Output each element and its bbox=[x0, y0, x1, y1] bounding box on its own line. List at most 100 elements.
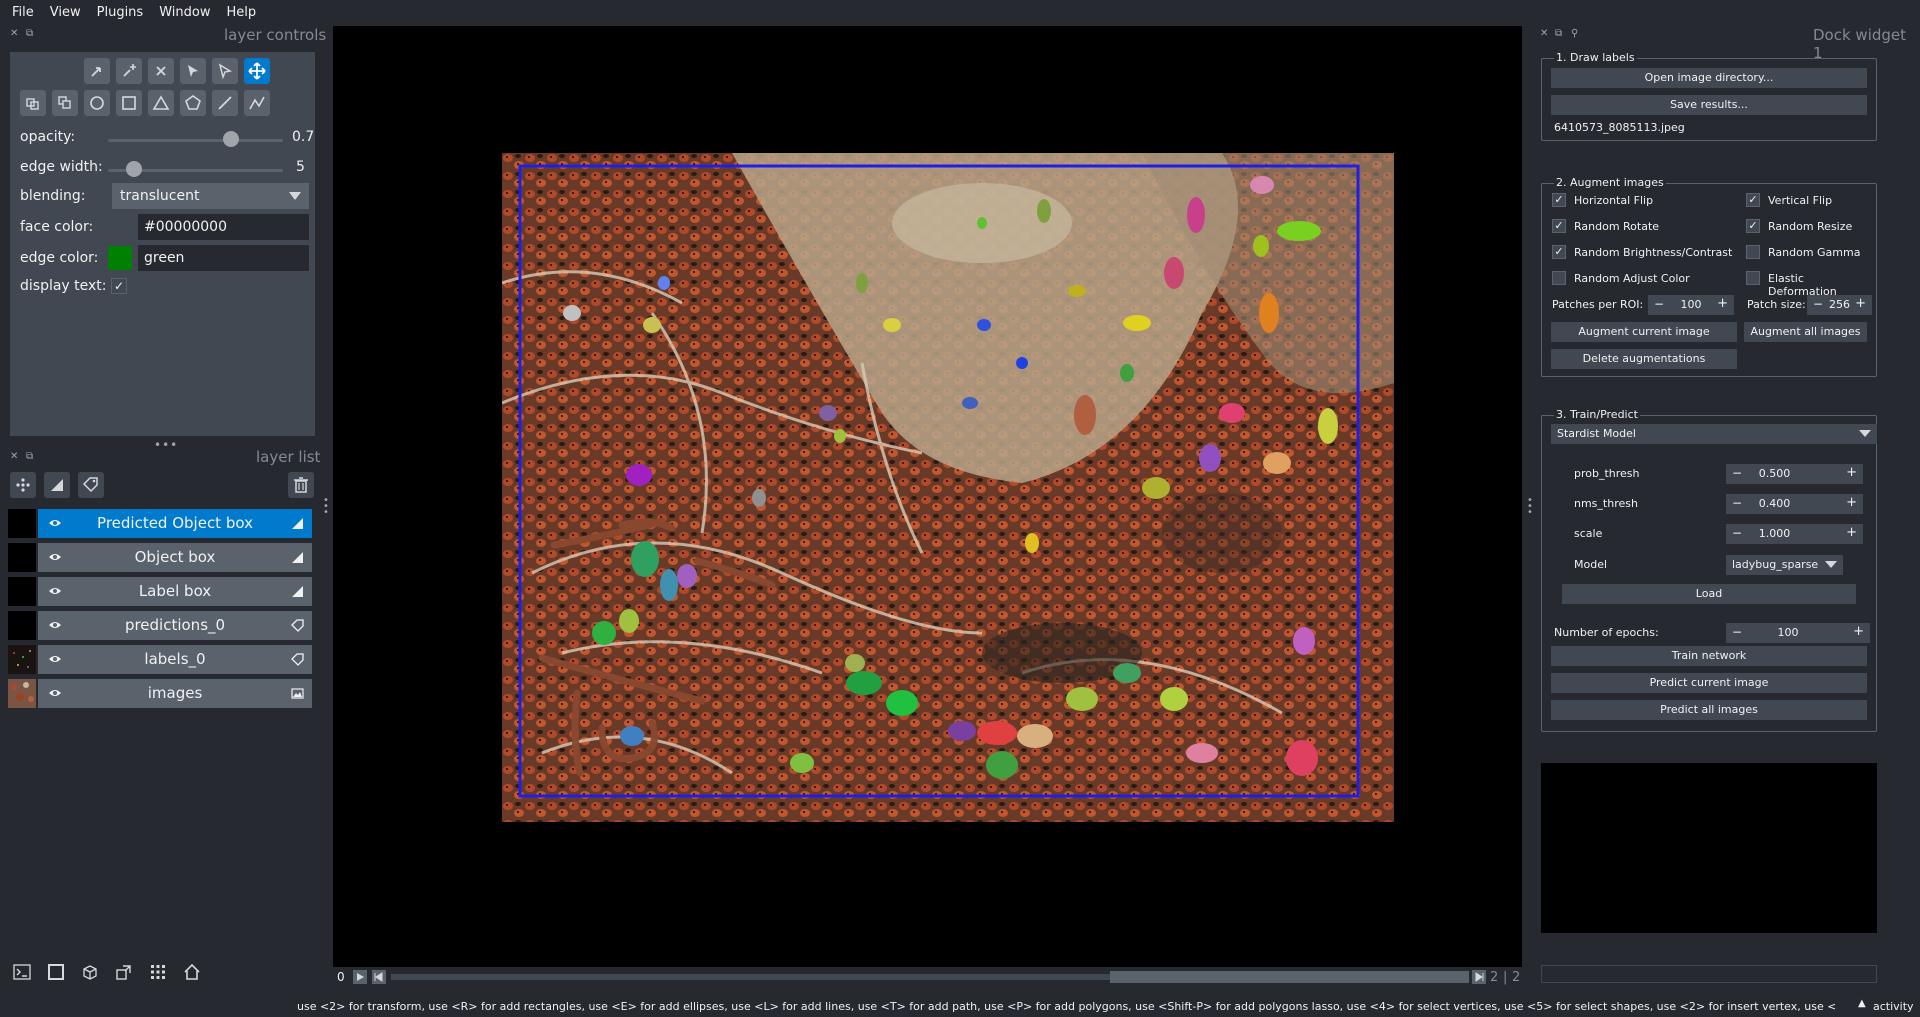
patches-per-roi-spinbox[interactable]: − 100 + bbox=[1648, 295, 1734, 315]
horizontal-flip-checkbox[interactable]: ✓ bbox=[1552, 193, 1566, 207]
eye-icon[interactable] bbox=[48, 552, 62, 562]
scale-spinbox[interactable]: − 1.000 + bbox=[1726, 524, 1863, 544]
elastic-deformation-checkbox[interactable] bbox=[1746, 271, 1760, 285]
random-rotate-checkbox[interactable]: ✓ bbox=[1552, 219, 1566, 233]
plus-icon[interactable]: + bbox=[1855, 296, 1866, 311]
plus-icon[interactable]: + bbox=[1846, 495, 1857, 510]
edge-width-slider-handle[interactable] bbox=[126, 161, 143, 177]
activity-caret-icon[interactable]: ▲ bbox=[1858, 998, 1866, 1009]
epochs-value[interactable]: 100 bbox=[1706, 626, 1870, 639]
layer-row[interactable]: predictions_0 bbox=[8, 611, 312, 640]
move-front-icon[interactable] bbox=[20, 90, 46, 116]
scale-value[interactable]: 1.000 bbox=[1686, 527, 1863, 540]
grid-icon[interactable] bbox=[144, 958, 172, 986]
menu-window[interactable]: Window bbox=[151, 5, 218, 20]
ndisplay-toggle-icon[interactable] bbox=[42, 958, 70, 986]
nms-thresh-spinbox[interactable]: − 0.400 + bbox=[1726, 494, 1863, 514]
train-network-button[interactable]: Train network bbox=[1551, 646, 1867, 666]
dims-slider-value[interactable]: 0 bbox=[337, 970, 345, 984]
menu-plugins[interactable]: Plugins bbox=[89, 5, 152, 20]
dims-slider-handle[interactable] bbox=[1110, 971, 1469, 983]
delete-augmentations-button[interactable]: Delete augmentations bbox=[1551, 349, 1737, 369]
remove-vertex-icon[interactable] bbox=[148, 58, 174, 84]
prob-thresh-spinbox[interactable]: − 0.500 + bbox=[1726, 464, 1863, 484]
edge-color-swatch[interactable] bbox=[108, 246, 132, 270]
search-icon[interactable]: ⚲ bbox=[1571, 29, 1581, 39]
add-path-icon[interactable] bbox=[244, 90, 270, 116]
layer-name[interactable]: Predicted Object box bbox=[68, 509, 282, 538]
layer-name[interactable]: labels_0 bbox=[68, 645, 282, 674]
eye-icon[interactable] bbox=[48, 518, 62, 528]
layer-name[interactable]: Label box bbox=[68, 577, 282, 606]
predict-current-image-button[interactable]: Predict current image bbox=[1551, 673, 1867, 693]
close-dock-icon[interactable]: ✕ bbox=[10, 29, 20, 39]
float-dock-icon[interactable]: ⧉ bbox=[26, 29, 36, 39]
layer-name[interactable]: Object box bbox=[68, 543, 282, 572]
random-adjust-color-checkbox[interactable] bbox=[1552, 271, 1566, 285]
output-console[interactable] bbox=[1541, 763, 1877, 933]
random-gamma-checkbox[interactable] bbox=[1746, 245, 1760, 259]
plus-icon[interactable]: + bbox=[1846, 465, 1857, 480]
vertical-flip-checkbox[interactable]: ✓ bbox=[1746, 193, 1760, 207]
epochs-spinbox[interactable]: − 100 + bbox=[1726, 623, 1870, 643]
eye-icon[interactable] bbox=[48, 586, 62, 596]
select-vertices-icon[interactable] bbox=[84, 58, 110, 84]
left-dock-splitter-icon[interactable]: • • • bbox=[323, 496, 329, 518]
display-text-checkbox[interactable]: ✓ bbox=[111, 278, 127, 294]
viewer-canvas[interactable] bbox=[333, 26, 1522, 967]
prob-thresh-value[interactable]: 0.500 bbox=[1686, 467, 1863, 480]
add-ellipse-icon[interactable] bbox=[84, 90, 110, 116]
layer-name[interactable]: images bbox=[68, 679, 282, 708]
layer-row[interactable]: images bbox=[8, 679, 312, 708]
eye-icon[interactable] bbox=[48, 654, 62, 664]
opacity-slider-handle[interactable] bbox=[222, 131, 239, 147]
augment-current-image-button[interactable]: Augment current image bbox=[1551, 322, 1737, 342]
eye-icon[interactable] bbox=[48, 620, 62, 630]
roll-dims-icon[interactable] bbox=[76, 958, 104, 986]
eye-icon[interactable] bbox=[48, 688, 62, 698]
augment-all-images-button[interactable]: Augment all images bbox=[1744, 322, 1867, 342]
blending-select[interactable]: translucent bbox=[112, 183, 309, 209]
select-shapes-icon[interactable] bbox=[180, 58, 206, 84]
add-rectangle-icon[interactable] bbox=[116, 90, 142, 116]
add-triangle-icon[interactable] bbox=[148, 90, 174, 116]
splitter-handle-icon[interactable]: ••• bbox=[154, 438, 178, 452]
play-icon[interactable] bbox=[353, 970, 367, 984]
new-points-layer-icon[interactable] bbox=[10, 472, 36, 498]
add-polygon-icon[interactable] bbox=[180, 90, 206, 116]
layer-row[interactable]: Object box bbox=[8, 543, 312, 572]
plus-icon[interactable]: + bbox=[1846, 525, 1857, 540]
face-color-field[interactable]: #00000000 bbox=[138, 214, 309, 240]
menu-file[interactable]: File bbox=[4, 5, 42, 20]
layer-row[interactable]: labels_0 bbox=[8, 645, 312, 674]
add-line-icon[interactable] bbox=[212, 90, 238, 116]
patch-size-spinbox[interactable]: − 256 + bbox=[1807, 295, 1872, 315]
move-icon[interactable] bbox=[244, 58, 270, 84]
right-dock-splitter-icon[interactable]: • • • bbox=[1527, 496, 1533, 518]
step-forward-icon[interactable] bbox=[1472, 970, 1486, 984]
model-type-select[interactable]: Stardist Model bbox=[1551, 424, 1877, 444]
new-labels-layer-icon[interactable] bbox=[78, 472, 104, 498]
close-dock-icon[interactable]: ✕ bbox=[1540, 29, 1550, 39]
move-back-icon[interactable] bbox=[52, 90, 78, 116]
layer-row[interactable]: Predicted Object box bbox=[8, 509, 312, 538]
plus-icon[interactable]: + bbox=[1717, 296, 1728, 311]
layer-name[interactable]: predictions_0 bbox=[68, 611, 282, 640]
home-icon[interactable] bbox=[178, 958, 206, 986]
console-icon[interactable] bbox=[8, 958, 36, 986]
insert-vertex-icon[interactable] bbox=[116, 58, 142, 84]
step-back-icon[interactable] bbox=[372, 970, 386, 984]
plus-icon[interactable]: + bbox=[1853, 624, 1864, 639]
load-model-button[interactable]: Load bbox=[1562, 584, 1856, 604]
new-shapes-layer-icon[interactable] bbox=[44, 472, 70, 498]
random-brightness-contrast-checkbox[interactable]: ✓ bbox=[1552, 245, 1566, 259]
random-resize-checkbox[interactable]: ✓ bbox=[1746, 219, 1760, 233]
open-image-directory-button[interactable]: Open image directory... bbox=[1551, 68, 1867, 88]
opacity-slider[interactable] bbox=[108, 139, 283, 142]
edge-color-field[interactable]: green bbox=[138, 245, 309, 271]
layer-row[interactable]: Label box bbox=[8, 577, 312, 606]
transpose-icon[interactable] bbox=[110, 958, 138, 986]
activity-button[interactable]: activity bbox=[1873, 1000, 1914, 1013]
direct-select-icon[interactable] bbox=[212, 58, 238, 84]
close-dock-icon[interactable]: ✕ bbox=[10, 452, 20, 462]
